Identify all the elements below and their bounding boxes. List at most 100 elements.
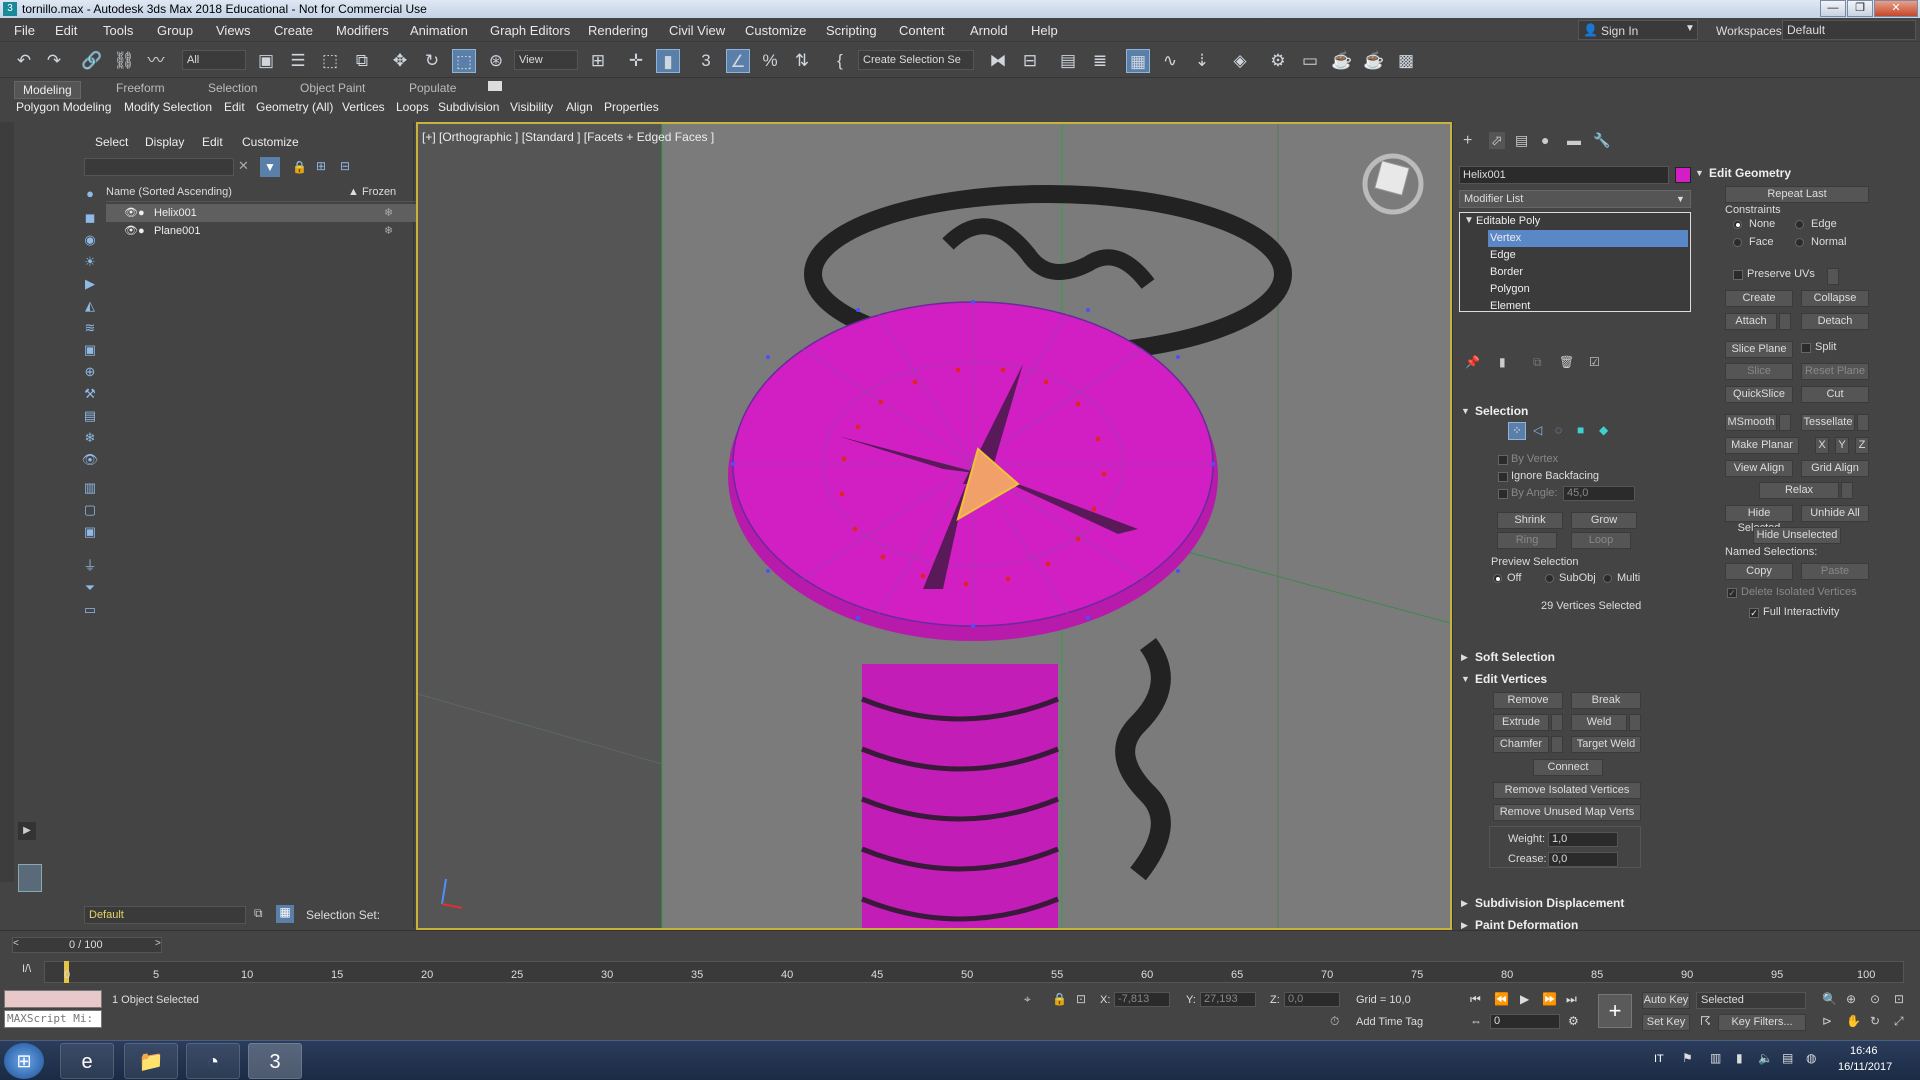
zoom-extents-icon[interactable]: ⊙ xyxy=(1870,992,1880,1006)
break-button[interactable]: Break xyxy=(1571,692,1641,709)
slider-prev-icon[interactable]: < xyxy=(13,938,19,949)
geometry-filter-icon[interactable]: ◼ xyxy=(80,208,100,228)
material-editor-icon[interactable]: ◈ xyxy=(1228,49,1252,73)
menu-tools[interactable]: Tools xyxy=(103,23,133,38)
minimize-button[interactable]: — xyxy=(1820,0,1846,17)
set-key-button[interactable]: Set Key xyxy=(1642,1014,1690,1031)
ribbon-loops[interactable]: Loops xyxy=(396,100,429,114)
select-by-name-icon[interactable]: ☰ xyxy=(286,49,310,73)
weld-settings-button[interactable] xyxy=(1629,714,1641,731)
tab-populate[interactable]: Populate xyxy=(409,81,456,95)
curve-editor-icon[interactable]: ∿ xyxy=(1158,49,1182,73)
rectangular-region-icon[interactable]: ⬚ xyxy=(318,49,342,73)
stack-element[interactable]: Element xyxy=(1488,298,1708,312)
key-filters-icon[interactable]: ☈ xyxy=(1700,1014,1711,1028)
full-interactivity-checkbox[interactable]: ✓ xyxy=(1749,608,1759,618)
relax-button[interactable]: Relax xyxy=(1759,482,1839,499)
viewport[interactable]: [+] [Orthographic ] [Standard ] [Facets … xyxy=(416,122,1452,930)
repeat-last-button[interactable]: Repeat Last xyxy=(1725,186,1869,203)
modify-tab-icon[interactable]: ⬀ xyxy=(1489,132,1505,149)
border-mode-icon[interactable]: ◌ xyxy=(1555,423,1562,437)
render-production-icon[interactable]: ☕ xyxy=(1330,49,1354,73)
remove-unused-map-verts-button[interactable]: Remove Unused Map Verts xyxy=(1493,804,1641,821)
msmooth-button[interactable]: MSmooth xyxy=(1725,414,1777,431)
tab-modeling[interactable]: Modeling xyxy=(14,81,81,99)
pin-stack-icon[interactable]: 📌 xyxy=(1465,355,1480,369)
tray-power-icon[interactable]: ▮ xyxy=(1736,1051,1743,1065)
zoom-icon[interactable]: 🔍 xyxy=(1822,992,1837,1006)
reset-plane-button[interactable]: Reset Plane xyxy=(1801,363,1869,380)
planar-y-button[interactable]: Y xyxy=(1835,437,1849,454)
quickslice-button[interactable]: QuickSlice xyxy=(1725,386,1793,403)
workspace-dropdown[interactable]: Default xyxy=(1782,20,1916,40)
display-tab-icon[interactable]: ▬ xyxy=(1567,132,1581,148)
menu-rendering[interactable]: Rendering xyxy=(588,23,648,38)
move-icon[interactable]: ✥ xyxy=(388,49,412,73)
view-align-button[interactable]: View Align xyxy=(1725,460,1793,477)
snaps-toggle-icon[interactable]: 3 xyxy=(694,49,718,73)
containers-filter-icon[interactable]: ▤ xyxy=(80,406,100,426)
align-icon[interactable]: ⊟ xyxy=(1018,49,1042,73)
x-coordinate-field[interactable]: -7,813 xyxy=(1114,992,1170,1007)
time-config-icon[interactable]: ⚙ xyxy=(1568,1014,1579,1028)
scene-row-helix001[interactable]: 👁 ● Helix001 ❄ xyxy=(106,204,422,222)
polygon-mode-icon[interactable]: ■ xyxy=(1577,423,1584,437)
menu-file[interactable]: File xyxy=(14,23,35,38)
hidden-filter-icon[interactable]: 👁 xyxy=(80,450,100,470)
edit-vertices-title[interactable]: Edit Vertices xyxy=(1475,672,1547,686)
utilities-tab-icon[interactable]: 🔧 xyxy=(1593,132,1610,149)
display-all-icon[interactable]: ● xyxy=(80,184,100,204)
maxscript-listener-output[interactable] xyxy=(4,990,102,1008)
stack-edge[interactable]: Edge xyxy=(1488,247,1708,264)
display-references-icon[interactable]: ▢ xyxy=(80,500,100,520)
edit-named-selection-icon[interactable]: { xyxy=(828,49,852,73)
viewcube[interactable] xyxy=(1362,153,1424,215)
freeze-icon[interactable]: ❄ xyxy=(384,204,393,222)
make-unique-icon[interactable]: ⧉ xyxy=(1533,355,1542,370)
extrude-settings-button[interactable] xyxy=(1551,714,1563,731)
delete-isolated-vertices-checkbox[interactable]: ✓ xyxy=(1727,588,1737,598)
ribbon-visibility[interactable]: Visibility xyxy=(510,100,553,114)
stack-vertex[interactable]: Vertex xyxy=(1488,230,1688,247)
ribbon-edit[interactable]: Edit xyxy=(224,100,245,114)
relax-settings-button[interactable] xyxy=(1841,482,1853,499)
tab-selection[interactable]: Selection xyxy=(208,81,257,95)
scale-icon[interactable]: ⬚ xyxy=(452,49,476,73)
show-end-result-icon[interactable]: ▮ xyxy=(1499,355,1506,369)
hide-selected-button[interactable]: Hide Selected xyxy=(1725,505,1793,534)
layer-explorer-icon[interactable]: ≣ xyxy=(1088,49,1112,73)
rendered-frame-window-icon[interactable]: ▭ xyxy=(1298,49,1322,73)
current-frame-field[interactable]: 0 xyxy=(1490,1014,1560,1029)
select-manipulate-icon[interactable]: ✛ xyxy=(624,49,648,73)
crease-spinner[interactable]: 0,0 xyxy=(1548,852,1618,867)
maxscript-mini-listener[interactable]: MAXScript Mi: xyxy=(4,1010,102,1028)
grow-button[interactable]: Grow xyxy=(1571,512,1637,529)
viewport-label[interactable]: [+] [Orthographic ] [Standard ] [Facets … xyxy=(422,130,714,144)
orbit-icon[interactable]: ↻ xyxy=(1870,1014,1880,1028)
planar-z-button[interactable]: Z xyxy=(1855,437,1869,454)
split-checkbox[interactable] xyxy=(1801,343,1811,353)
key-mode-dropdown[interactable]: Selected xyxy=(1696,992,1806,1009)
layer-dropdown[interactable]: Default xyxy=(84,906,246,924)
menu-graph-editors[interactable]: Graph Editors xyxy=(490,23,570,38)
by-angle-spinner[interactable]: 45,0 xyxy=(1563,486,1635,501)
ring-button[interactable]: Ring xyxy=(1497,532,1557,549)
tray-antivirus-icon[interactable]: ◍ xyxy=(1806,1051,1816,1065)
stack-border[interactable]: Border xyxy=(1488,264,1708,281)
rotate-icon[interactable]: ↻ xyxy=(420,49,444,73)
link-icon[interactable]: 🔗 xyxy=(80,49,104,73)
start-button[interactable]: ⊞ xyxy=(4,1043,44,1079)
visibility-eye-icon[interactable]: 👁 xyxy=(124,204,138,222)
display-dependents-icon[interactable]: ▣ xyxy=(80,522,100,542)
visibility-eye-icon[interactable]: 👁 xyxy=(124,222,138,240)
slice-plane-button[interactable]: Slice Plane xyxy=(1725,341,1793,358)
preview-multi-radio[interactable] xyxy=(1603,574,1612,583)
undo-icon[interactable]: ↶ xyxy=(12,49,36,73)
tessellate-settings-button[interactable] xyxy=(1857,414,1869,431)
menu-edit[interactable]: Edit xyxy=(55,23,77,38)
helpers-filter-icon[interactable]: ◭ xyxy=(80,296,100,316)
cameras-filter-icon[interactable]: ▶ xyxy=(80,274,100,294)
ribbon-align[interactable]: Align xyxy=(566,100,593,114)
redo-icon[interactable]: ↷ xyxy=(42,49,66,73)
lock-icon[interactable]: 🔒 xyxy=(292,160,307,174)
